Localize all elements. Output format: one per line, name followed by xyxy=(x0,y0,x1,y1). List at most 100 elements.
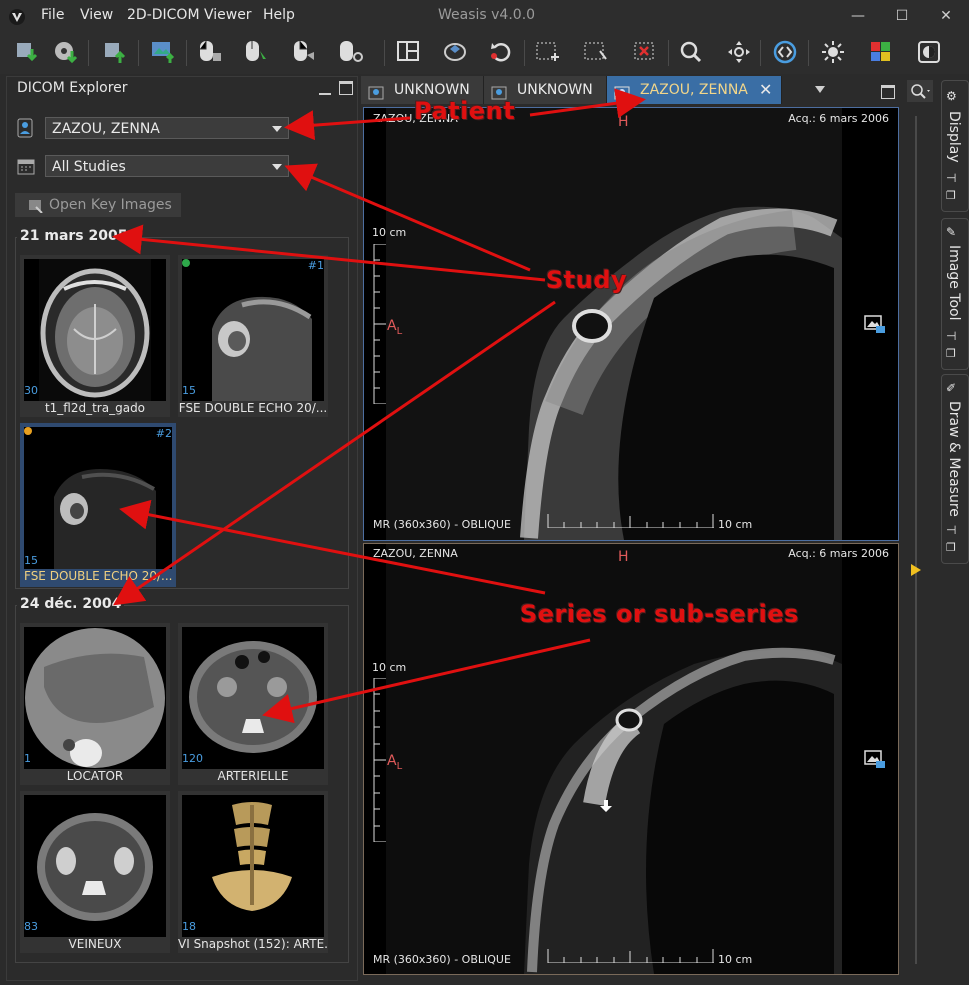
minimize-panel-icon[interactable] xyxy=(319,83,331,95)
series-thumbnail[interactable]: 1 LOCATOR xyxy=(20,623,170,785)
select-area-icon[interactable] xyxy=(582,37,612,67)
maximize-viewer-icon[interactable] xyxy=(881,85,895,99)
series-label: LOCATOR xyxy=(66,769,124,783)
crosshair-icon[interactable] xyxy=(534,37,564,67)
minimize-button[interactable]: — xyxy=(848,6,868,26)
series-number: #2 xyxy=(155,427,172,440)
open-key-images-button[interactable]: Open Key Images xyxy=(15,193,181,217)
tab-label: UNKNOWN xyxy=(517,82,593,98)
close-tab-icon[interactable]: ✕ xyxy=(759,76,772,104)
series-number: #1 xyxy=(307,259,324,272)
cursor-arrow-icon xyxy=(600,800,612,812)
maximize-button[interactable]: ☐ xyxy=(892,6,912,26)
toolbar-separator xyxy=(186,40,187,66)
synchronize-icon[interactable] xyxy=(440,37,470,67)
side-tab-label: Draw & Measure xyxy=(946,401,962,517)
zoom-icon[interactable] xyxy=(676,37,706,67)
mri-image xyxy=(386,108,842,540)
menu-view[interactable]: View xyxy=(80,7,113,23)
mouse-left-action-icon[interactable] xyxy=(196,37,226,67)
horizontal-scale-label: 10 cm xyxy=(718,953,753,966)
annotation-patient: Patient xyxy=(414,97,516,125)
menu-help[interactable]: Help xyxy=(263,7,295,23)
chevron-down-icon xyxy=(272,164,282,170)
series-label: ARTERIELLE xyxy=(217,769,289,783)
mouse-wheel-action-icon[interactable] xyxy=(336,37,366,67)
horizontal-scale-ruler xyxy=(547,514,714,528)
maximize-panel-icon[interactable] xyxy=(339,81,353,95)
mouse-middle-action-icon[interactable] xyxy=(242,37,272,67)
patient-name-overlay: ZAZOU, ZENNA xyxy=(373,547,458,560)
calendar-icon xyxy=(17,157,35,175)
pin-icon: ⊣ xyxy=(946,171,957,185)
toolbar-separator xyxy=(808,40,809,66)
series-info-overlay: MR (360x360) - OBLIQUE xyxy=(373,953,511,966)
import-dicom-icon[interactable] xyxy=(12,37,42,67)
scroll-position-marker[interactable] xyxy=(911,564,921,576)
tab-zazou-zenna[interactable]: ZAZOU, ZENNA ✕ xyxy=(607,76,782,104)
patient-tab-icon xyxy=(368,82,384,100)
acquisition-date-overlay: Acq.: 6 mars 2006 xyxy=(788,547,889,560)
image-count: 18 xyxy=(182,920,196,933)
scroll-track[interactable] xyxy=(915,116,917,964)
pan-icon[interactable] xyxy=(724,37,754,67)
toolbar-separator xyxy=(668,40,669,66)
orientation-left-sub: L xyxy=(396,325,403,337)
series-thumbnail[interactable]: 30 t1_fl2d_tra_gado xyxy=(20,255,170,417)
lut-icon[interactable] xyxy=(866,37,896,67)
pin-icon: ⊣ xyxy=(946,523,957,537)
restore-icon: ❐ xyxy=(946,541,956,554)
series-label: FSE DOUBLE ECHO 20/... xyxy=(24,569,172,583)
series-thumbnail[interactable]: 120 ARTERIELLE xyxy=(178,623,328,785)
tab-list-dropdown-icon[interactable] xyxy=(815,86,825,93)
export-dicom-icon[interactable] xyxy=(100,37,130,67)
sync-scroll-icon[interactable] xyxy=(770,37,800,67)
reset-icon[interactable] xyxy=(486,37,516,67)
vertical-scale-label: 10 cm xyxy=(372,661,407,674)
acquisition-date-overlay: Acq.: 6 mars 2006 xyxy=(788,112,889,125)
tab-label: ZAZOU, ZENNA xyxy=(640,82,748,98)
vertical-scale-ruler xyxy=(373,678,386,842)
restore-icon: ❐ xyxy=(946,347,956,360)
title-bar: File View 2D-DICOM Viewer Help Weasis v4… xyxy=(0,0,969,32)
open-key-images-label: Open Key Images xyxy=(49,197,172,213)
menu-2d-dicom-viewer[interactable]: 2D-DICOM Viewer xyxy=(127,7,252,23)
mouse-right-action-icon[interactable] xyxy=(290,37,320,67)
status-dot xyxy=(24,427,32,435)
patient-select[interactable]: ZAZOU, ZENNA xyxy=(45,117,289,139)
import-cd-icon[interactable] xyxy=(50,37,80,67)
close-window-button[interactable]: ✕ xyxy=(936,6,956,26)
toolbar-separator xyxy=(384,40,385,66)
search-icon[interactable] xyxy=(907,80,933,102)
menu-file[interactable]: File xyxy=(41,7,64,23)
series-image xyxy=(182,795,324,937)
invert-icon[interactable] xyxy=(914,37,944,67)
window-level-icon[interactable] xyxy=(818,37,848,67)
pin-icon: ⊣ xyxy=(946,329,957,343)
series-thumbnail-selected[interactable]: #2 15 FSE DOUBLE ECHO 20/... xyxy=(20,423,176,587)
tab-image-tool[interactable]: ✎ Image Tool ⊣ ❐ xyxy=(941,218,969,370)
key-image-toggle-icon[interactable] xyxy=(864,749,886,771)
tab-display[interactable]: ⚙ Display ⊣ ❐ xyxy=(941,80,969,212)
patient-tab-icon xyxy=(491,82,507,100)
side-tab-label: Display xyxy=(946,111,962,163)
status-dot xyxy=(182,259,190,267)
export-image-icon[interactable] xyxy=(148,37,178,67)
toolbar-separator xyxy=(760,40,761,66)
tab-draw-measure[interactable]: ✐ Draw & Measure ⊣ ❐ xyxy=(941,374,969,564)
image-count: 15 xyxy=(24,554,38,567)
series-thumbnail[interactable]: #1 15 FSE DOUBLE ECHO 20/... xyxy=(178,255,328,417)
series-label: FSE DOUBLE ECHO 20/... xyxy=(178,401,328,415)
series-image xyxy=(24,259,166,401)
key-image-toggle-icon[interactable] xyxy=(864,314,886,336)
series-thumbnail[interactable]: 83 VEINEUX xyxy=(20,791,170,953)
panel-title: DICOM Explorer xyxy=(17,80,128,96)
layout-icon[interactable] xyxy=(394,37,424,67)
image-count: 30 xyxy=(24,384,38,397)
series-thumbnail[interactable]: 18 VI Snapshot (152): ARTE... xyxy=(178,791,328,953)
dicom-explorer-panel: DICOM Explorer ZAZOU, ZENNA All Studies … xyxy=(6,76,358,981)
studies-select[interactable]: All Studies xyxy=(45,155,289,177)
delete-selection-icon[interactable] xyxy=(630,37,660,67)
series-info-overlay: MR (360x360) - OBLIQUE xyxy=(373,518,511,531)
image-viewer-top[interactable]: ZAZOU, ZENNA Acq.: 6 mars 2006 H AL 10 c… xyxy=(363,107,899,541)
